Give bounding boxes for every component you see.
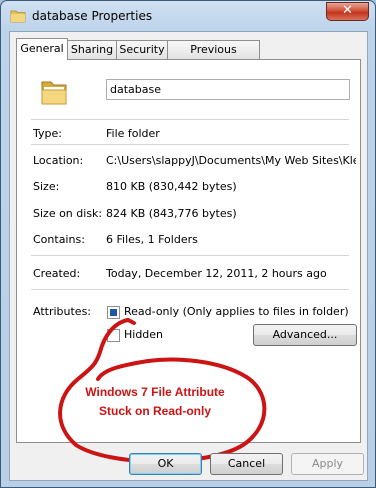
contains-value: 6 Files, 1 Folders bbox=[106, 233, 198, 246]
apply-button[interactable]: Apply bbox=[291, 453, 364, 475]
tab-general[interactable]: General bbox=[16, 38, 68, 60]
size-value: 810 KB (830,442 bytes) bbox=[106, 180, 237, 193]
ok-button[interactable]: OK bbox=[129, 453, 202, 475]
divider bbox=[31, 255, 349, 256]
close-button[interactable]: ✕ bbox=[326, 2, 369, 21]
type-label: Type: bbox=[33, 127, 62, 140]
tab-sharing[interactable]: Sharing bbox=[67, 40, 117, 59]
tab-previous-versions[interactable]: Previous Versions bbox=[167, 40, 260, 74]
size-on-disk-label: Size on disk: bbox=[33, 207, 103, 220]
created-value: Today, December 12, 2011, 2 hours ago bbox=[106, 267, 327, 280]
created-label: Created: bbox=[33, 267, 81, 280]
divider bbox=[31, 119, 349, 120]
window-title: database Properties bbox=[32, 9, 153, 23]
divider bbox=[31, 144, 349, 145]
folder-icon bbox=[41, 81, 67, 105]
tab-security[interactable]: Security bbox=[116, 40, 168, 59]
location-value: C:\Users\slappyJ\Documents\My Web Sites\… bbox=[106, 154, 356, 167]
folder-name-field[interactable]: database bbox=[106, 79, 350, 100]
type-value: File folder bbox=[106, 127, 160, 140]
cancel-button[interactable]: Cancel bbox=[210, 453, 283, 475]
annotation-line-2: Stuck on Read-only bbox=[98, 404, 211, 418]
location-label: Location: bbox=[33, 154, 84, 167]
annotation-line-1: Windows 7 File Attribute bbox=[85, 385, 225, 399]
contains-label: Contains: bbox=[33, 233, 85, 246]
properties-dialog: database Properties ✕ General Sharing Se… bbox=[0, 0, 376, 488]
title-bar[interactable]: database Properties ✕ bbox=[1, 1, 375, 31]
folder-icon bbox=[10, 10, 26, 23]
size-on-disk-value: 824 KB (843,776 bytes) bbox=[106, 207, 237, 220]
divider bbox=[31, 289, 349, 290]
size-label: Size: bbox=[33, 180, 60, 193]
dialog-client-area: General Sharing Security Previous Versio… bbox=[9, 31, 368, 481]
